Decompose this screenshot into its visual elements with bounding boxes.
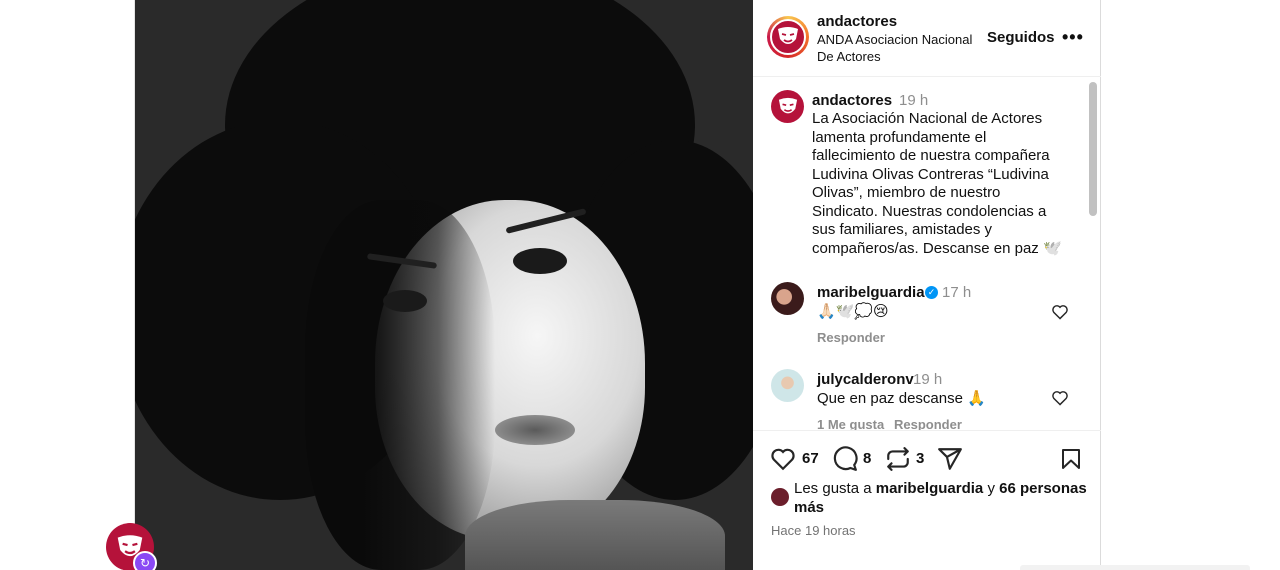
comment-avatar[interactable]: [771, 282, 804, 315]
caption-time[interactable]: 19 h: [899, 92, 928, 109]
lips-shape: [495, 415, 575, 445]
author-fullname: ANDA Asociacion Nacional De Actores: [817, 32, 973, 64]
verified-icon: ✓: [925, 286, 938, 299]
share-icon[interactable]: [937, 446, 963, 472]
liked-by-user[interactable]: maribelguardia: [876, 480, 984, 497]
post-viewer: andactores ANDA Asociacion Nacional De A…: [0, 0, 1280, 570]
comment-likes[interactable]: 1 Me gusta: [817, 417, 884, 430]
heart-icon[interactable]: [770, 447, 796, 471]
liker-avatar[interactable]: [771, 488, 789, 506]
comments-scrollbar[interactable]: [1089, 82, 1097, 216]
comment-username[interactable]: julycalderonv: [817, 371, 914, 388]
comments-list[interactable]: andactores 19 h La Asociación Nacional d…: [753, 78, 1101, 430]
mask-icon: [778, 27, 798, 44]
comment-time[interactable]: 17 h: [942, 284, 971, 301]
eye-shape: [383, 290, 427, 312]
likes-count[interactable]: 67: [802, 450, 819, 467]
liked-by-joiner: y: [983, 480, 1000, 497]
comment-time[interactable]: 19 h: [913, 371, 942, 388]
bookmark-icon[interactable]: [1059, 446, 1083, 472]
sync-badge-icon[interactable]: ↻: [133, 551, 157, 570]
reply-button[interactable]: Responder: [894, 417, 962, 430]
comment-icon[interactable]: [832, 446, 858, 472]
author-username[interactable]: andactores: [817, 13, 897, 30]
repost-icon[interactable]: [885, 446, 911, 472]
following-button[interactable]: Seguidos: [987, 29, 1055, 46]
caption-avatar[interactable]: [771, 90, 804, 123]
post-timestamp[interactable]: Hace 19 horas: [771, 523, 856, 538]
more-icon[interactable]: •••: [1062, 27, 1084, 48]
eye-shape: [513, 248, 567, 274]
post-side-panel: andactores ANDA Asociacion Nacional De A…: [753, 0, 1101, 570]
post-photo[interactable]: [135, 0, 753, 570]
caption-username[interactable]: andactores: [812, 92, 892, 109]
liked-by-text[interactable]: Les gusta a maribelguardia y 66 personas…: [794, 480, 1094, 517]
comment-username[interactable]: maribelguardia: [817, 284, 925, 301]
heart-icon[interactable]: [1051, 304, 1069, 320]
mask-icon: [778, 97, 797, 113]
reposts-count[interactable]: 3: [916, 450, 924, 467]
post-header: andactores ANDA Asociacion Nacional De A…: [753, 0, 1101, 77]
comment-text: 🙏🏻🕊️💭😢: [817, 303, 889, 320]
comments-count[interactable]: 8: [863, 450, 871, 467]
reply-button[interactable]: Responder: [817, 330, 885, 345]
neck-shape: [465, 500, 725, 570]
face-shadow: [305, 200, 495, 570]
caption-text: La Asociación Nacional de Actores lament…: [812, 110, 1062, 257]
author-avatar[interactable]: [767, 16, 809, 58]
post-actions: 67 8 3 Les gusta a maribelguardia y 66 p…: [753, 430, 1101, 570]
heart-icon[interactable]: [1051, 390, 1069, 406]
comment-text: Que en paz descanse 🙏: [817, 390, 986, 407]
bottom-edge: [1020, 565, 1250, 570]
liked-by-prefix: Les gusta a: [794, 480, 876, 497]
anda-logo: [770, 19, 806, 55]
comment-avatar[interactable]: [771, 369, 804, 402]
